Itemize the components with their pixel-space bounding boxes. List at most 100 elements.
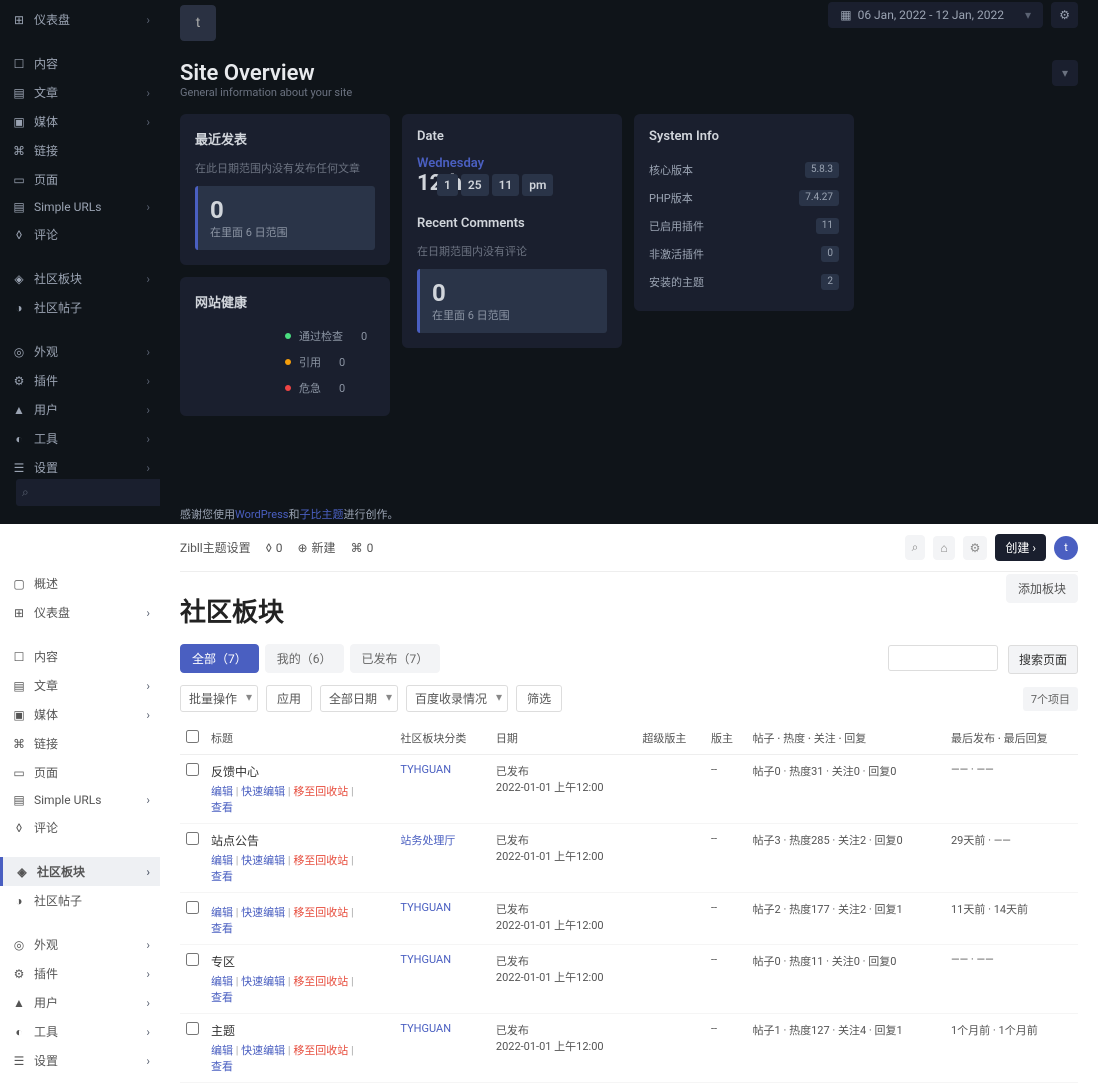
category-link[interactable]: TYHGUAN — [400, 763, 451, 776]
plus-icon: ⊕ — [297, 541, 307, 555]
search-pages-button[interactable]: 搜索页面 — [1008, 645, 1078, 674]
sidebar-item[interactable]: ☰设置› — [0, 1046, 160, 1075]
sidebar-item[interactable]: ⚙插件› — [0, 366, 160, 395]
row-checkbox[interactable] — [186, 763, 199, 776]
quick-edit-link[interactable]: 快速编辑 — [241, 906, 285, 919]
row-title[interactable]: 专区 — [211, 953, 388, 970]
row-title[interactable]: 站点公告 — [211, 832, 388, 849]
sidebar-item[interactable]: ◎外观› — [0, 337, 160, 366]
info-badge: 7.4.27 — [799, 190, 839, 206]
apply-button[interactable]: 应用 — [266, 685, 312, 712]
create-button[interactable]: 创建 › — [995, 534, 1046, 561]
trash-link[interactable]: 移至回收站 — [293, 854, 348, 867]
date-range-picker[interactable]: ▦ 06 Jan, 2022 - 12 Jan, 2022 ▾ — [828, 2, 1043, 28]
quick-edit-link[interactable]: 快速编辑 — [241, 854, 285, 867]
sidebar-item[interactable]: ▲用户› — [0, 988, 160, 1017]
quick-edit-link[interactable]: 快速编辑 — [241, 975, 285, 988]
wordpress-link[interactable]: WordPress — [235, 508, 288, 521]
sliders-icon: ⚙ — [1059, 8, 1070, 22]
baidu-filter-select[interactable]: 百度收录情况 — [406, 685, 508, 712]
trash-link[interactable]: 移至回收站 — [293, 906, 348, 919]
sidebar-item[interactable]: ◑社区帖子 — [0, 293, 160, 322]
filter-tab[interactable]: 全部（7） — [180, 644, 259, 673]
trash-link[interactable]: 移至回收站 — [293, 785, 348, 798]
sidebar-item[interactable]: ▤文章› — [0, 78, 160, 107]
sidebar-item[interactable]: ◎外观› — [0, 930, 160, 959]
sidebar-item[interactable]: ▢概述 — [0, 569, 160, 598]
filter-tab[interactable]: 我的（6） — [265, 644, 344, 673]
view-link[interactable]: 查看 — [211, 922, 233, 935]
theme-link[interactable]: 子比主题 — [299, 508, 343, 521]
filter-tab[interactable]: 已发布（7） — [350, 644, 441, 673]
sidebar-item[interactable]: ▤文章› — [0, 671, 160, 700]
link-count[interactable]: ⌘ 0 — [351, 541, 374, 555]
time-display: 12511pm — [437, 174, 553, 196]
search-button[interactable]: ⌕ — [905, 535, 926, 560]
quick-edit-link[interactable]: 快速编辑 — [241, 785, 285, 798]
sidebar-item[interactable]: ▣媒体› — [0, 700, 160, 729]
trash-link[interactable]: 移至回收站 — [293, 1044, 348, 1057]
last-activity: —— · —— — [945, 755, 1078, 824]
view-link[interactable]: 查看 — [211, 801, 233, 814]
date-filter-select[interactable]: 全部日期 — [320, 685, 398, 712]
sidebar-item[interactable]: ▣媒体› — [0, 107, 160, 136]
edit-link[interactable]: 编辑 — [211, 975, 233, 988]
sidebar-item[interactable]: ◐工具› — [0, 1017, 160, 1046]
view-link[interactable]: 查看 — [211, 991, 233, 1004]
sidebar-item[interactable]: ⚙插件› — [0, 959, 160, 988]
row-checkbox[interactable] — [186, 953, 199, 966]
quick-edit-link[interactable]: 快速编辑 — [241, 1044, 285, 1057]
comments-count[interactable]: ◊ 0 — [266, 541, 283, 555]
info-label: 核心版本 — [649, 162, 693, 178]
sidebar-item[interactable]: ▤Simple URLs› — [0, 194, 160, 220]
sidebar-item[interactable]: ◊评论 — [0, 220, 160, 249]
sidebar-item[interactable]: ◐工具› — [0, 424, 160, 453]
sidebar-item[interactable]: ◊评论 — [0, 813, 160, 842]
sidebar-item[interactable]: ⌘链接 — [0, 136, 160, 165]
category-link[interactable]: TYHGUAN — [400, 901, 451, 914]
sidebar-item[interactable]: ⊞仪表盘› — [0, 5, 160, 34]
edit-link[interactable]: 编辑 — [211, 785, 233, 798]
home-button[interactable]: ⌂ — [933, 536, 954, 560]
row-checkbox[interactable] — [186, 1022, 199, 1035]
sidebar-item[interactable]: ◈社区板块› — [0, 857, 160, 886]
category-link[interactable]: 站务处理厅 — [400, 834, 455, 847]
sidebar-item[interactable]: ◈社区板块› — [0, 264, 160, 293]
add-board-button[interactable]: 添加板块 — [1006, 574, 1078, 603]
sidebar-item[interactable]: ▤Simple URLs› — [0, 787, 160, 813]
settings-button[interactable]: ⚙ — [1051, 2, 1078, 28]
sidebar-item[interactable]: ▭页面 — [0, 165, 160, 194]
sidebar-search[interactable]: ⌕ ⋯ — [16, 479, 160, 506]
edit-link[interactable]: 编辑 — [211, 906, 233, 919]
trash-link[interactable]: 移至回收站 — [293, 975, 348, 988]
select-all-checkbox[interactable] — [186, 730, 199, 743]
card-msg: 在日期范围内没有评论 — [417, 243, 607, 259]
filter-button[interactable]: 筛选 — [516, 685, 562, 712]
category-link[interactable]: TYHGUAN — [400, 1022, 451, 1035]
row-title[interactable]: 反馈中心 — [211, 763, 388, 780]
avatar[interactable]: t — [180, 5, 216, 41]
view-link[interactable]: 查看 — [211, 1060, 233, 1073]
row-title[interactable]: 主题 — [211, 1022, 388, 1039]
row-checkbox[interactable] — [186, 832, 199, 845]
settings-button[interactable]: ⚙ — [963, 536, 988, 560]
avatar[interactable]: t — [1054, 536, 1078, 560]
sidebar-item[interactable]: ⊞仪表盘› — [0, 598, 160, 627]
edit-link[interactable]: 编辑 — [211, 854, 233, 867]
search-input[interactable] — [888, 645, 998, 671]
category-link[interactable]: TYHGUAN — [400, 953, 451, 966]
sidebar-item[interactable]: ◑社区帖子 — [0, 886, 160, 915]
edit-link[interactable]: 编辑 — [211, 1044, 233, 1057]
collapse-button[interactable]: ▾ — [1052, 60, 1078, 86]
view-link[interactable]: 查看 — [211, 870, 233, 883]
row-checkbox[interactable] — [186, 901, 199, 914]
bulk-action-select[interactable]: 批量操作 — [180, 685, 258, 712]
sidebar-item[interactable]: ▭页面 — [0, 758, 160, 787]
theme-settings-link[interactable]: Zibll主题设置 — [180, 539, 251, 556]
mod: -- — [705, 893, 747, 945]
sidebar-item[interactable]: ☐内容 — [0, 49, 160, 78]
sidebar-item[interactable]: ▲用户› — [0, 395, 160, 424]
sidebar-item[interactable]: ☐内容 — [0, 642, 160, 671]
sidebar-item[interactable]: ⌘链接 — [0, 729, 160, 758]
new-button[interactable]: ⊕ 新建 — [297, 539, 335, 556]
